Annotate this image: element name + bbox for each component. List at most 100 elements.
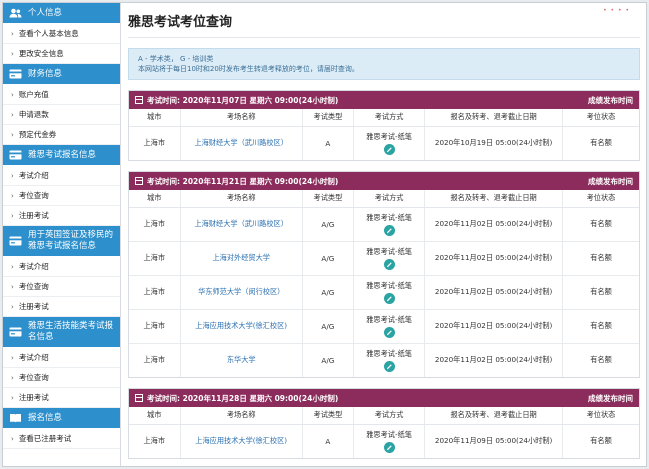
score-release-link[interactable]: 成绩发布时间 [588, 393, 633, 404]
column-header: 报名及转考、退考截止日期 [424, 190, 563, 208]
pencil-icon[interactable] [383, 360, 395, 372]
users-icon [8, 8, 22, 18]
exam-method-cell: 雅思考试-纸笔 [352, 206, 425, 241]
book-icon [8, 413, 22, 423]
sidebar-item[interactable]: › 查看个人基本信息 [3, 24, 120, 44]
sidebar-item[interactable]: › 注册考试 [3, 206, 120, 226]
pencil-icon[interactable] [383, 292, 395, 304]
exam-date: 考试时间: 2020年11月07日 星期六 09:00(24小时制) [135, 95, 338, 106]
venue-link[interactable]: 上海财经大学（武川路校区） [194, 219, 287, 228]
deadline-cell: 2020年11月09日 05:00(24小时制) [424, 423, 563, 458]
venue-cell: 东华大学 [179, 342, 303, 377]
exam-session: 考试时间: 2020年11月21日 星期六 09:00(24小时制) 成绩发布时间… [128, 171, 640, 378]
app-window: 个人信息 › 查看个人基本信息 › 更改安全信息 财务信息 › 账户充值 › 申请退款 › 预定代金券… [2, 2, 647, 467]
pencil-icon[interactable] [383, 224, 395, 236]
exam-type-cell: A/G [301, 240, 354, 275]
score-release-link[interactable]: 成绩发布时间 [588, 95, 633, 106]
exam-method-label: 雅思考试-纸笔 [366, 429, 412, 439]
sidebar-item-label: 考试介绍 [18, 171, 49, 180]
pencil-icon[interactable] [383, 258, 395, 270]
city-cell: 上海市 [129, 423, 180, 458]
exam-table: 城市 考场名称 考试类型 考试方式 报名及转考、退考截止日期 考位状态 上海市 上海财经大学（… [129, 109, 639, 160]
exam-table: 城市 考场名称 考试类型 考试方式 报名及转考、退考截止日期 考位状态 上海市 上海应用技术大… [129, 407, 639, 458]
sidebar-item-label: 申请退款 [18, 110, 49, 119]
sidebar-item[interactable]: › 申请退款 [3, 105, 120, 125]
venue-link[interactable]: 上海对外经贸大学 [212, 253, 270, 262]
venue-link[interactable]: 华东师范大学（闵行校区） [198, 287, 284, 296]
exam-method-cell: 雅思考试-纸笔 [352, 342, 425, 377]
exam-method-cell: 雅思考试-纸笔 [352, 308, 425, 343]
chevron-right-icon: › [11, 29, 14, 38]
table-row: 上海市 华东师范大学（闵行校区） A/G 雅思考试-纸笔 2020年11月02日 05:… [129, 274, 639, 309]
pencil-icon[interactable] [383, 143, 395, 155]
chevron-right-icon: › [11, 49, 14, 58]
venue-link[interactable]: 东华大学 [227, 355, 256, 364]
exam-type-cell: A/G [301, 274, 354, 309]
column-header: 报名及转考、退考截止日期 [424, 407, 563, 425]
sidebar-item[interactable]: › 考试介绍 [3, 166, 120, 186]
top-decoration: • • • • [603, 7, 630, 14]
exam-date-bar: 考试时间: 2020年11月28日 星期六 09:00(24小时制) 成绩发布时间 [129, 389, 639, 407]
venue-link[interactable]: 上海应用技术大学(徐汇校区) [195, 321, 287, 330]
sidebar-item-label: 注册考试 [18, 393, 49, 402]
sidebar-item[interactable]: › 更改安全信息 [3, 44, 120, 64]
exam-list: 考试时间: 2020年11月07日 星期六 09:00(24小时制) 成绩发布时间… [128, 90, 640, 459]
exam-type-cell: A [301, 423, 354, 458]
exam-method-cell: 雅思考试-纸笔 [352, 240, 425, 275]
table-row: 上海市 上海应用技术大学(徐汇校区) A/G 雅思考试-纸笔 2020年11月02日 0… [129, 308, 639, 343]
score-release-link[interactable]: 成绩发布时间 [588, 176, 633, 187]
table-row: 上海市 上海对外经贸大学 A/G 雅思考试-纸笔 2020年11月02日 05:00(2… [129, 240, 639, 275]
exam-date-bar: 考试时间: 2020年11月07日 星期六 09:00(24小时制) 成绩发布时间 [129, 91, 639, 109]
exam-method: 雅思考试-纸笔 [354, 213, 424, 236]
venue-cell: 上海应用技术大学(徐汇校区) [179, 423, 303, 458]
city-cell: 上海市 [129, 240, 180, 275]
sidebar-section-header: 个人信息 [3, 3, 120, 24]
table-row: 上海市 上海财经大学（武川路校区） A/G 雅思考试-纸笔 2020年11月02日 05… [129, 206, 639, 241]
exam-type-cell: A/G [301, 206, 354, 241]
sidebar-item[interactable]: › 查看已注册考试 [3, 429, 120, 449]
exam-date: 考试时间: 2020年11月28日 星期六 09:00(24小时制) [135, 393, 338, 404]
page-title: 雅思考试考位查询 [128, 11, 640, 38]
sidebar-item[interactable]: › 考位查询 [3, 186, 120, 206]
exam-method: 雅思考试-纸笔 [354, 247, 424, 270]
sidebar-item[interactable]: › 考试介绍 [3, 257, 120, 277]
sidebar-item[interactable]: › 注册考试 [3, 297, 120, 317]
sidebar-item[interactable]: › 考位查询 [3, 368, 120, 388]
city-cell: 上海市 [129, 125, 180, 160]
sidebar-section-header: 雅思考试报名信息 [3, 145, 120, 166]
sidebar-item[interactable]: › 考位查询 [3, 277, 120, 297]
exam-method: 雅思考试-纸笔 [354, 281, 424, 304]
pencil-icon[interactable] [383, 441, 395, 453]
credit-card-icon [8, 69, 22, 79]
calendar-icon [135, 96, 143, 104]
sidebar-section-header: 雅思生活技能类考试报名信息 [3, 317, 120, 348]
notice-line-2: 本网站将于每日10时和20时发布考生转退考释放的考位，请届时查询。 [138, 65, 359, 73]
venue-link[interactable]: 上海财经大学（武川路校区） [194, 138, 287, 147]
sidebar-item[interactable]: › 账户充值 [3, 85, 120, 105]
exam-date: 考试时间: 2020年11月21日 星期六 09:00(24小时制) [135, 176, 338, 187]
sidebar-item[interactable]: › 考试介绍 [3, 348, 120, 368]
exam-method: 雅思考试-纸笔 [354, 349, 424, 372]
exam-type-cell: A/G [301, 308, 354, 343]
calendar-icon [135, 177, 143, 185]
exam-method-label: 雅思考试-纸笔 [366, 212, 412, 222]
exam-method-label: 雅思考试-纸笔 [366, 314, 412, 324]
venue-cell: 上海对外经贸大学 [179, 240, 303, 275]
sidebar-section-title: 个人信息 [28, 7, 63, 18]
sidebar-item-label: 考试介绍 [18, 353, 49, 362]
table-header-row: 城市 考场名称 考试类型 考试方式 报名及转考、退考截止日期 考位状态 [129, 407, 639, 425]
venue-link[interactable]: 上海应用技术大学(徐汇校区) [195, 436, 287, 445]
exam-method-label: 雅思考试-纸笔 [366, 348, 412, 358]
chevron-right-icon: › [11, 353, 14, 362]
sidebar-item[interactable]: › 预定代金券 [3, 125, 120, 145]
chevron-right-icon: › [11, 262, 14, 271]
city-cell: 上海市 [129, 274, 180, 309]
column-header: 考场名称 [179, 109, 303, 127]
exam-method-label: 雅思考试-纸笔 [366, 280, 412, 290]
chevron-right-icon: › [11, 90, 14, 99]
pencil-icon[interactable] [383, 326, 395, 338]
exam-method: 雅思考试-纸笔 [354, 132, 424, 155]
column-header: 考试方式 [352, 407, 425, 425]
sidebar-item[interactable]: › 注册考试 [3, 388, 120, 408]
sidebar-item-label: 查看已注册考试 [18, 434, 72, 443]
